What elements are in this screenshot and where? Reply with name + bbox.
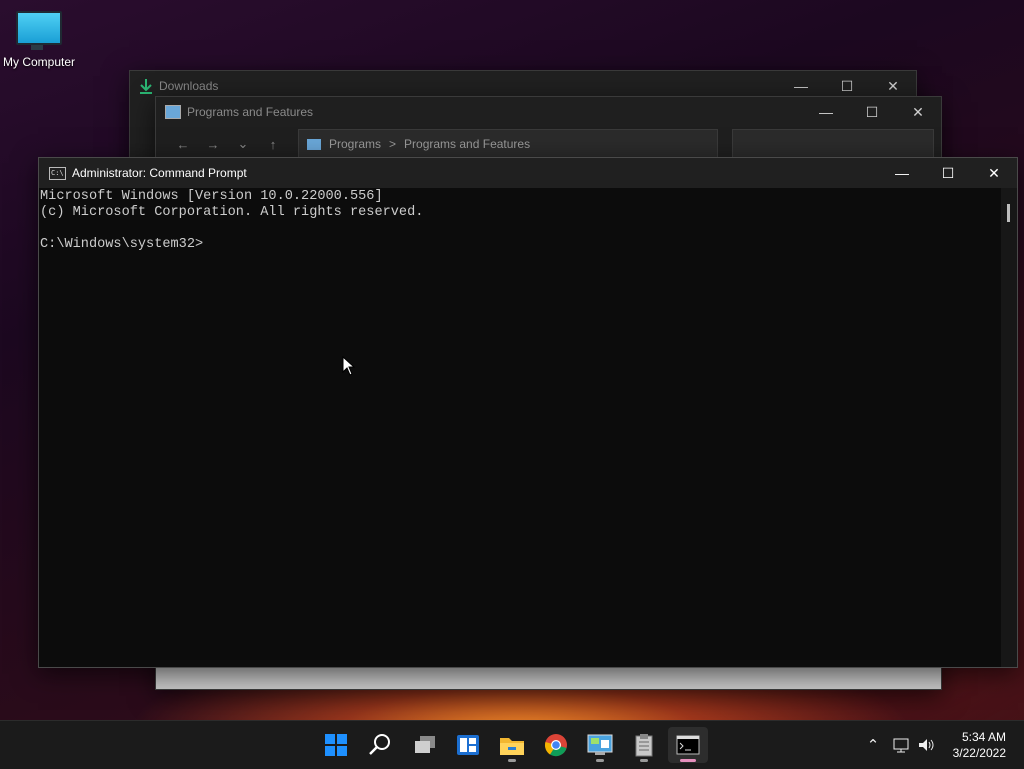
active-indicator: [680, 759, 696, 762]
programs-close-button[interactable]: ✕: [895, 97, 941, 127]
running-indicator: [508, 759, 516, 762]
network-icon: [893, 738, 909, 753]
breadcrumb-programs[interactable]: Programs: [329, 137, 381, 151]
chrome-button[interactable]: [536, 727, 576, 763]
widgets-icon: [457, 735, 479, 755]
cmd-app-icon: C:\: [49, 166, 66, 180]
command-prompt-taskbar-button[interactable]: [668, 727, 708, 763]
cmd-title: Administrator: Command Prompt: [72, 166, 247, 180]
up-arrow-icon[interactable]: ↑: [258, 137, 288, 152]
mouse-pointer-icon: [342, 356, 356, 376]
archive-app-button[interactable]: [624, 727, 664, 763]
taskbar: ⌃ 5:34 AM 3/22/2022: [0, 720, 1024, 769]
breadcrumb-separator: >: [389, 137, 397, 151]
cmd-titlebar[interactable]: C:\ Administrator: Command Prompt — ☐ ✕: [39, 158, 1017, 188]
volume-button[interactable]: [915, 721, 937, 769]
file-explorer-button[interactable]: [492, 727, 532, 763]
cmd-close-button[interactable]: ✕: [971, 158, 1017, 188]
windows-logo-icon: [325, 734, 347, 756]
forward-arrow-icon[interactable]: →: [198, 137, 228, 152]
task-view-icon: [415, 736, 435, 753]
search-button[interactable]: [360, 727, 400, 763]
programs-maximize-button[interactable]: ☐: [849, 97, 895, 127]
back-arrow-icon[interactable]: ←: [168, 137, 198, 152]
cmd-maximize-button[interactable]: ☐: [925, 158, 971, 188]
control-panel-icon: [587, 734, 613, 755]
monitor-icon: [16, 11, 62, 50]
search-icon: [369, 734, 390, 755]
console-prompt: C:\Windows\system32>: [40, 237, 204, 252]
task-view-button[interactable]: [405, 727, 445, 763]
my-computer-desktop-icon[interactable]: My Computer: [0, 8, 78, 69]
chevron-up-icon: ⌃: [866, 737, 880, 754]
desktop-icon-label: My Computer: [2, 55, 76, 69]
address-location-icon: [307, 138, 321, 150]
console-line: Microsoft Windows [Version 10.0.22000.55…: [40, 189, 383, 204]
address-bar[interactable]: Programs > Programs and Features: [298, 129, 718, 159]
downloads-title: Downloads: [159, 79, 219, 93]
breadcrumb-programs-features[interactable]: Programs and Features: [404, 137, 530, 151]
speaker-icon: [919, 739, 934, 751]
cmd-scrollbar[interactable]: [1001, 188, 1017, 667]
folder-icon: [500, 738, 524, 755]
console-line: (c) Microsoft Corporation. All rights re…: [40, 205, 424, 220]
running-indicator: [640, 759, 648, 762]
terminal-icon: [676, 735, 700, 755]
download-arrow-icon: [140, 79, 152, 94]
cmd-minimize-button[interactable]: —: [879, 158, 925, 188]
system-clock[interactable]: 5:34 AM 3/22/2022: [953, 729, 1006, 761]
widgets-button[interactable]: [448, 727, 488, 763]
programs-search-box[interactable]: [732, 129, 934, 159]
programs-minimize-button[interactable]: —: [803, 97, 849, 127]
show-hidden-icons-button[interactable]: ⌃: [863, 721, 883, 769]
control-panel-icon: [165, 105, 181, 119]
recent-chevron-icon[interactable]: ⌄: [228, 136, 258, 152]
cmd-console[interactable]: Microsoft Windows [Version 10.0.22000.55…: [39, 188, 1001, 667]
archive-icon: [635, 734, 653, 757]
clock-time: 5:34 AM: [961, 730, 1006, 744]
running-indicator: [596, 759, 604, 762]
control-panel-button[interactable]: [580, 727, 620, 763]
network-button[interactable]: [890, 721, 912, 769]
cmd-scrollbar-thumb[interactable]: [1007, 204, 1010, 222]
chrome-icon: [544, 734, 567, 757]
programs-content-area: [156, 667, 941, 689]
programs-navbar: ← → ⌄ ↑ Programs > Programs and Features: [156, 127, 941, 161]
command-prompt-window[interactable]: C:\ Administrator: Command Prompt — ☐ ✕ …: [38, 157, 1018, 668]
programs-title: Programs and Features: [187, 105, 314, 119]
clock-date: 3/22/2022: [952, 746, 1006, 760]
start-button[interactable]: [316, 727, 356, 763]
programs-titlebar[interactable]: Programs and Features — ☐ ✕: [156, 97, 941, 127]
